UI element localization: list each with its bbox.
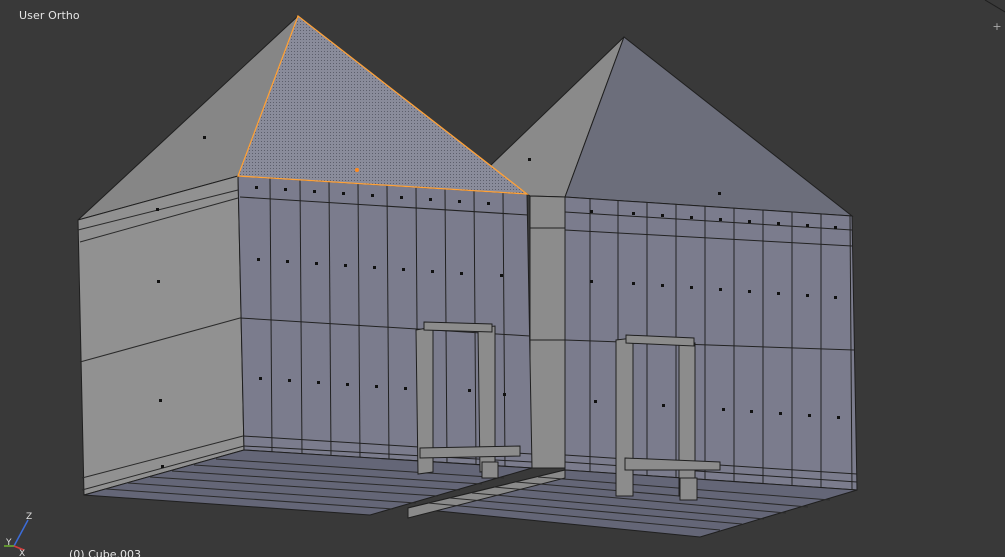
area-split-corner[interactable] [0,0,1005,557]
plus-icon[interactable]: + [991,21,1003,33]
3d-viewport[interactable]: Z Y X User Ortho (0) Cube.003 + [0,0,1005,557]
